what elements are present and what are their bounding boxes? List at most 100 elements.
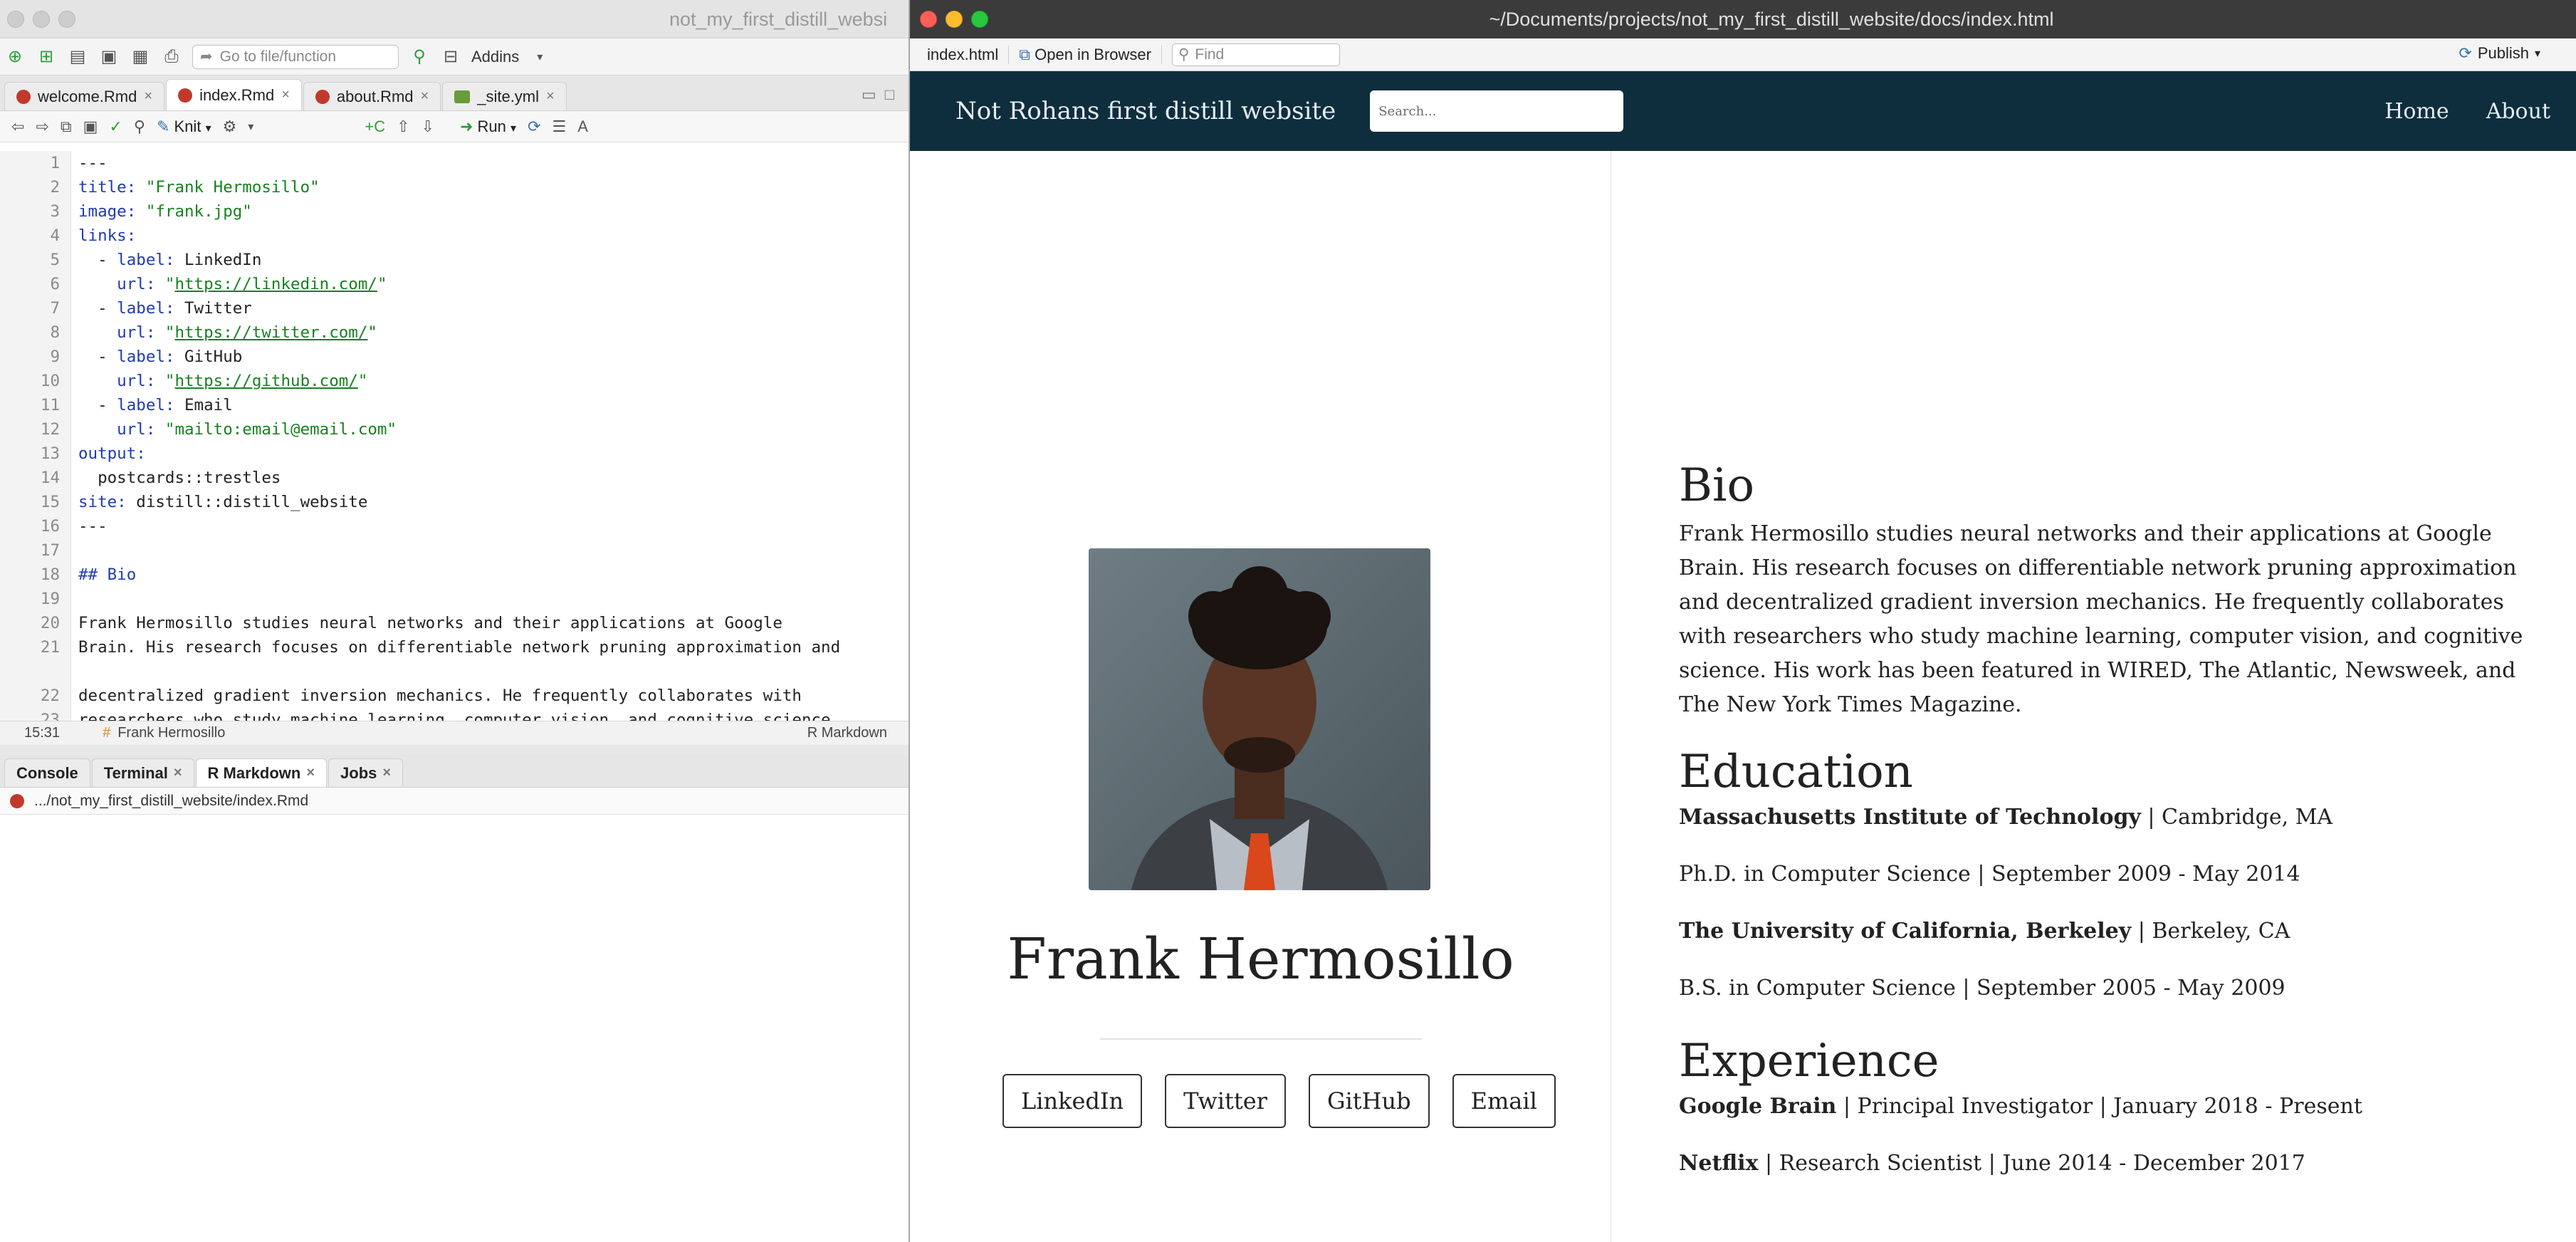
code-text: url: "https://github.com/" bbox=[78, 369, 367, 393]
tab-label: Console bbox=[16, 763, 78, 782]
code-token: https://linkedin.com/ bbox=[174, 275, 377, 293]
vcs-icon[interactable]: ⚲ bbox=[409, 46, 430, 67]
entry-rest: | Cambridge, MA bbox=[2140, 805, 2333, 830]
open-in-browser-button[interactable]: ⧉ Open in Browser bbox=[1019, 46, 1151, 64]
open-in-browser-label: Open in Browser bbox=[1035, 45, 1151, 63]
code-token: url: bbox=[78, 420, 156, 439]
addins-menu[interactable]: Addins bbox=[471, 48, 519, 66]
tab-terminal[interactable]: Terminal × bbox=[91, 758, 194, 787]
close-tab-icon[interactable]: × bbox=[144, 88, 152, 105]
code-editor[interactable]: 1 --- 2 title: "Frank Hermosillo" 3 image: "f… bbox=[0, 151, 909, 721]
format-icon[interactable]: A bbox=[577, 118, 588, 136]
insert-chunk-icon[interactable]: +C bbox=[365, 118, 385, 136]
maximize-pane-icon[interactable]: □ bbox=[885, 85, 894, 104]
close-tab-icon[interactable]: × bbox=[382, 765, 391, 781]
code-text: url: "https://twitter.com/" bbox=[78, 320, 377, 345]
close-tab-icon[interactable]: × bbox=[306, 765, 315, 781]
forward-arrow-icon[interactable]: ⇨ bbox=[36, 118, 48, 136]
line-number: 10 bbox=[40, 372, 60, 390]
close-tab-icon[interactable]: × bbox=[281, 87, 290, 103]
knit-button[interactable]: ✎ Knit ▾ bbox=[157, 118, 211, 136]
content-column: Bio Frank Hermosillo studies neural netw… bbox=[1679, 456, 2533, 1206]
line-number: 4 bbox=[50, 226, 60, 245]
zoom-window-icon[interactable] bbox=[58, 11, 75, 28]
nav-link-about[interactable]: About bbox=[2486, 99, 2550, 124]
line-number: 7 bbox=[50, 299, 60, 318]
run-label: Run bbox=[477, 117, 506, 135]
nav-link-home[interactable]: Home bbox=[2384, 99, 2449, 124]
tab-console[interactable]: Console bbox=[4, 758, 90, 787]
chevron-down-icon[interactable]: ▾ bbox=[248, 120, 253, 134]
profile-column: Frank Hermosillo LinkedIn Twitter GitHub… bbox=[910, 151, 1611, 1242]
outline-icon[interactable]: ☰ bbox=[553, 118, 567, 136]
close-tab-icon[interactable]: × bbox=[546, 88, 555, 105]
code-text: --- bbox=[78, 151, 108, 175]
publish-icon[interactable]: ⟳ bbox=[528, 118, 540, 136]
code-token: " bbox=[155, 323, 175, 342]
tab-label: about.Rmd bbox=[336, 87, 414, 105]
site-title[interactable]: Not Rohans first distill website bbox=[955, 97, 1336, 125]
chunk-down-icon[interactable]: ⇩ bbox=[422, 118, 434, 136]
save-file-icon[interactable]: ▣ bbox=[83, 118, 98, 136]
code-token: https://github.com/ bbox=[174, 372, 358, 390]
lower-tabbar: Console Terminal × R Markdown × Jobs × bbox=[0, 755, 909, 788]
close-tab-icon[interactable]: × bbox=[421, 88, 429, 105]
close-window-icon[interactable] bbox=[7, 11, 24, 28]
tab-r-markdown[interactable]: R Markdown × bbox=[195, 758, 328, 787]
line-number: 20 bbox=[40, 614, 60, 632]
publish-button[interactable]: ⟳ Publish ▾ bbox=[2459, 44, 2540, 63]
run-button[interactable]: ➜ Run ▾ bbox=[460, 118, 516, 136]
line-number: 8 bbox=[50, 323, 60, 342]
chunk-up-icon[interactable]: ⇧ bbox=[397, 118, 409, 136]
tab-about[interactable]: about.Rmd × bbox=[303, 82, 441, 110]
code-text: Brain. His research focuses on different… bbox=[78, 635, 840, 659]
github-button[interactable]: GitHub bbox=[1308, 1074, 1430, 1128]
code-token: researchers who study machine learning, … bbox=[78, 711, 841, 721]
workspace-panes-icon[interactable]: ⊟ bbox=[440, 46, 461, 67]
tab-jobs[interactable]: Jobs × bbox=[328, 758, 404, 787]
code-text: url: "mailto:email@email.com" bbox=[78, 417, 397, 442]
minimize-pane-icon[interactable]: ▭ bbox=[862, 85, 876, 104]
pane-splitter[interactable] bbox=[0, 745, 909, 755]
search-icon[interactable]: ⚲ bbox=[134, 118, 145, 136]
minimize-window-icon[interactable] bbox=[33, 11, 50, 28]
goto-placeholder: Go to file/function bbox=[219, 48, 337, 65]
section-name[interactable]: Frank Hermosillo bbox=[117, 725, 225, 741]
spellcheck-icon[interactable]: ✓ bbox=[109, 118, 122, 136]
tab-site-yml[interactable]: _site.yml × bbox=[442, 82, 567, 110]
save-icon[interactable]: ▣ bbox=[98, 46, 120, 67]
code-text: links: bbox=[78, 224, 136, 248]
code-token: output: bbox=[78, 444, 146, 463]
twitter-button[interactable]: Twitter bbox=[1165, 1074, 1286, 1128]
line-number: 16 bbox=[40, 517, 60, 536]
file-mode[interactable]: R Markdown bbox=[807, 725, 887, 741]
entry-rest: | Principal Investigator | January 2018 … bbox=[1836, 1094, 2362, 1119]
new-file-icon[interactable]: ⊕ bbox=[4, 46, 26, 67]
rmd-file-icon bbox=[315, 89, 330, 104]
tab-index[interactable]: index.Rmd × bbox=[166, 79, 302, 110]
save-all-icon[interactable]: ▦ bbox=[130, 46, 151, 67]
line-number: 11 bbox=[40, 396, 60, 414]
close-tab-icon[interactable]: × bbox=[174, 765, 182, 781]
experience-heading: Experience bbox=[1679, 1035, 1939, 1087]
linkedin-button[interactable]: LinkedIn bbox=[1002, 1074, 1143, 1128]
code-text: decentralized gradient inversion mechani… bbox=[78, 684, 802, 708]
tab-welcome[interactable]: welcome.Rmd × bbox=[4, 82, 165, 110]
profile-photo bbox=[1089, 548, 1430, 890]
cursor-position: 15:31 bbox=[24, 725, 61, 741]
email-button[interactable]: Email bbox=[1452, 1074, 1556, 1128]
find-input[interactable]: ⚲ Find bbox=[1171, 43, 1340, 66]
new-project-icon[interactable]: ⊞ bbox=[36, 46, 57, 67]
goto-file-input[interactable]: ➦ Go to file/function bbox=[192, 44, 399, 69]
code-token: url: bbox=[78, 323, 156, 342]
show-in-window-icon[interactable]: ⧉ bbox=[61, 118, 72, 136]
chevron-down-icon[interactable]: ▾ bbox=[529, 50, 550, 64]
code-text: site: distill::distill_website bbox=[78, 490, 367, 514]
gear-icon[interactable]: ⚙ bbox=[223, 118, 237, 136]
line-number: 17 bbox=[40, 541, 60, 560]
viewer-titlebar: ~/Documents/projects/not_my_first_distil… bbox=[910, 0, 2576, 38]
back-arrow-icon[interactable]: ⇦ bbox=[11, 118, 24, 136]
print-icon[interactable]: ⎙ bbox=[161, 47, 182, 67]
open-file-icon[interactable]: ▤ bbox=[67, 46, 88, 67]
site-search-input[interactable]: Search... bbox=[1370, 90, 1624, 132]
